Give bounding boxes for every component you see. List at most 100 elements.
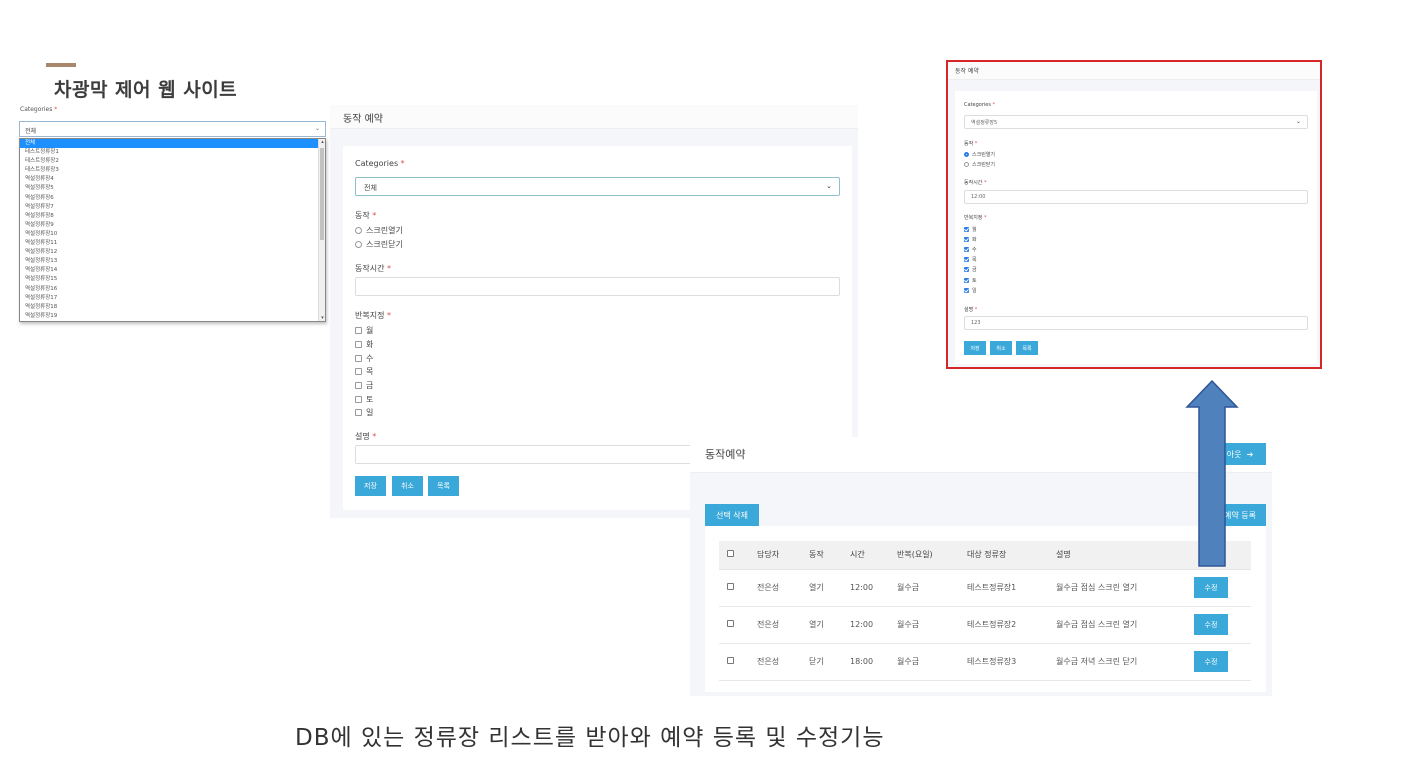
cell-manager: 전은성 <box>757 643 809 681</box>
edit-button[interactable]: 수정 <box>1194 651 1228 672</box>
edit-button[interactable]: 수정 <box>1194 577 1228 598</box>
chevron-down-icon: ⌄ <box>826 182 832 190</box>
table-row: 전은성 닫기 18:00 월수금 테스트정류장3 월수금 저녁 스크린 닫기 수… <box>719 643 1251 681</box>
dropdown-option[interactable]: 역설정류장5 <box>20 184 318 193</box>
select-all-checkbox[interactable] <box>727 550 734 558</box>
filled-list-button[interactable]: 목록 <box>1016 341 1038 355</box>
filled-radio-close-screen[interactable]: 스크린닫기 <box>964 161 995 168</box>
dropdown-option[interactable]: 역설정류장18 <box>20 303 318 312</box>
description-input[interactable] <box>355 445 695 464</box>
cell-action: 닫기 <box>809 643 850 681</box>
checkbox-sat[interactable]: 토 <box>355 394 373 405</box>
checkbox-thu[interactable]: 목 <box>355 366 373 377</box>
filled-checkbox-wed[interactable]: 수 <box>964 246 977 253</box>
list-button[interactable]: 목록 <box>428 476 459 496</box>
dropdown-option[interactable]: 역설정류장7 <box>20 203 318 212</box>
radio-close-screen[interactable]: 스크린닫기 <box>355 239 403 250</box>
row-checkbox[interactable] <box>727 620 734 627</box>
checkbox[interactable] <box>355 382 362 389</box>
dropdown-option[interactable]: 테스트정류장3 <box>20 166 318 175</box>
cell-time: 12:00 <box>850 569 897 607</box>
list-title: 동작예약 <box>705 448 746 461</box>
radio-button[interactable] <box>355 227 362 234</box>
dropdown-option[interactable]: 역설정류장17 <box>20 294 318 303</box>
dropdown-option[interactable]: 역설정류장16 <box>20 285 318 294</box>
checkbox[interactable] <box>355 327 362 334</box>
dropdown-scrollbar[interactable]: ▴ ▾ <box>318 139 325 321</box>
edit-button[interactable]: 수정 <box>1194 614 1228 635</box>
filled-categories-label: Categories * <box>964 102 996 108</box>
checkbox[interactable] <box>355 355 362 362</box>
checkbox[interactable] <box>355 396 362 403</box>
filled-categories-select[interactable]: 역설정류장5 ⌄ <box>964 115 1308 129</box>
filled-checkbox-mon[interactable]: 월 <box>964 226 977 233</box>
chevron-down-icon: ⌄ <box>314 125 320 132</box>
checkbox[interactable] <box>355 341 362 348</box>
checkbox-fri[interactable]: 금 <box>355 380 373 391</box>
dropdown-option[interactable]: 테스트정류장1 <box>20 148 318 157</box>
cell-manager: 전은성 <box>757 569 809 607</box>
dropdown-option[interactable]: 역설정류장6 <box>20 194 318 203</box>
header-description: 설명 <box>1056 541 1194 570</box>
save-button[interactable]: 저장 <box>355 476 386 496</box>
dropdown-option[interactable]: 테스트정류장2 <box>20 157 318 166</box>
filled-checkbox-fri[interactable]: 금 <box>964 266 977 273</box>
checkbox-label: 수 <box>366 354 374 363</box>
dropdown-option[interactable]: 역설정류장11 <box>20 239 318 248</box>
filled-checkbox-sun[interactable]: 일 <box>964 287 977 294</box>
checkbox-label: 금 <box>972 267 977 273</box>
filled-checkbox-sat[interactable]: 토 <box>964 277 977 284</box>
cancel-button[interactable]: 취소 <box>392 476 423 496</box>
description-label: 설명 * <box>355 432 377 441</box>
checkbox[interactable] <box>355 368 362 375</box>
table-row: 전은성 열기 12:00 월수금 테스트정류장1 월수금 점심 스크린 열기 수… <box>719 569 1251 607</box>
categories-dropdown-list[interactable]: 전체 테스트정류장1 테스트정류장2 테스트정류장3 역설정류장4 역설정류장5… <box>19 138 326 322</box>
categories-select[interactable]: 전체 ⌄ <box>19 121 326 137</box>
checkbox-label: 금 <box>366 381 374 390</box>
checkbox-checked[interactable] <box>964 257 969 262</box>
radio-button-checked[interactable] <box>964 152 969 157</box>
dropdown-option[interactable]: 역설정류장9 <box>20 221 318 230</box>
dropdown-option[interactable]: 역설정류장10 <box>20 230 318 239</box>
filled-cancel-button[interactable]: 취소 <box>990 341 1012 355</box>
cell-repeat: 월수금 <box>897 643 967 681</box>
checkbox-checked[interactable] <box>964 237 969 242</box>
dropdown-option[interactable]: 역설정류장14 <box>20 266 318 275</box>
dropdown-option[interactable]: 역설정류장12 <box>20 248 318 257</box>
filled-time-input[interactable]: 12:00 <box>964 190 1308 204</box>
select-all-header[interactable] <box>719 541 757 570</box>
filled-description-input[interactable]: 123 <box>964 316 1308 330</box>
radio-button[interactable] <box>964 162 969 167</box>
filled-save-button[interactable]: 저장 <box>964 341 986 355</box>
radio-open-screen[interactable]: 스크린열기 <box>355 225 403 236</box>
dropdown-option[interactable]: 역설정류장8 <box>20 212 318 221</box>
checkbox-wed[interactable]: 수 <box>355 353 373 364</box>
dropdown-option[interactable]: 전체 <box>20 139 318 149</box>
dropdown-option[interactable]: 역설정류장4 <box>20 175 318 184</box>
filled-checkbox-thu[interactable]: 목 <box>964 256 977 263</box>
row-checkbox[interactable] <box>727 657 734 664</box>
filled-radio-open-screen[interactable]: 스크린열기 <box>964 151 995 158</box>
checkbox-checked[interactable] <box>964 227 969 232</box>
dropdown-option[interactable]: 역설정류장13 <box>20 257 318 266</box>
checkbox-sun[interactable]: 일 <box>355 407 373 418</box>
checkbox-tue[interactable]: 화 <box>355 339 373 350</box>
filled-form-title: 동작 예약 <box>955 68 979 75</box>
delete-selected-button[interactable]: 선택 삭제 <box>705 504 759 526</box>
checkbox-checked[interactable] <box>964 278 969 283</box>
filled-checkbox-tue[interactable]: 화 <box>964 236 977 243</box>
checkbox-checked[interactable] <box>964 267 969 272</box>
dropdown-option[interactable]: 역설정류장19 <box>20 312 318 321</box>
checkbox-checked[interactable] <box>964 247 969 252</box>
time-input[interactable] <box>355 277 840 296</box>
scroll-up-icon[interactable]: ▴ <box>319 139 325 145</box>
row-checkbox[interactable] <box>727 583 734 590</box>
checkbox-mon[interactable]: 월 <box>355 325 373 336</box>
scroll-down-icon[interactable]: ▾ <box>319 315 325 321</box>
form-categories-select[interactable]: 전체 ⌄ <box>355 177 840 196</box>
checkbox[interactable] <box>355 409 362 416</box>
scrollbar-thumb[interactable] <box>320 148 324 240</box>
dropdown-option[interactable]: 역설정류장15 <box>20 275 318 284</box>
radio-button[interactable] <box>355 241 362 248</box>
checkbox-checked[interactable] <box>964 288 969 293</box>
